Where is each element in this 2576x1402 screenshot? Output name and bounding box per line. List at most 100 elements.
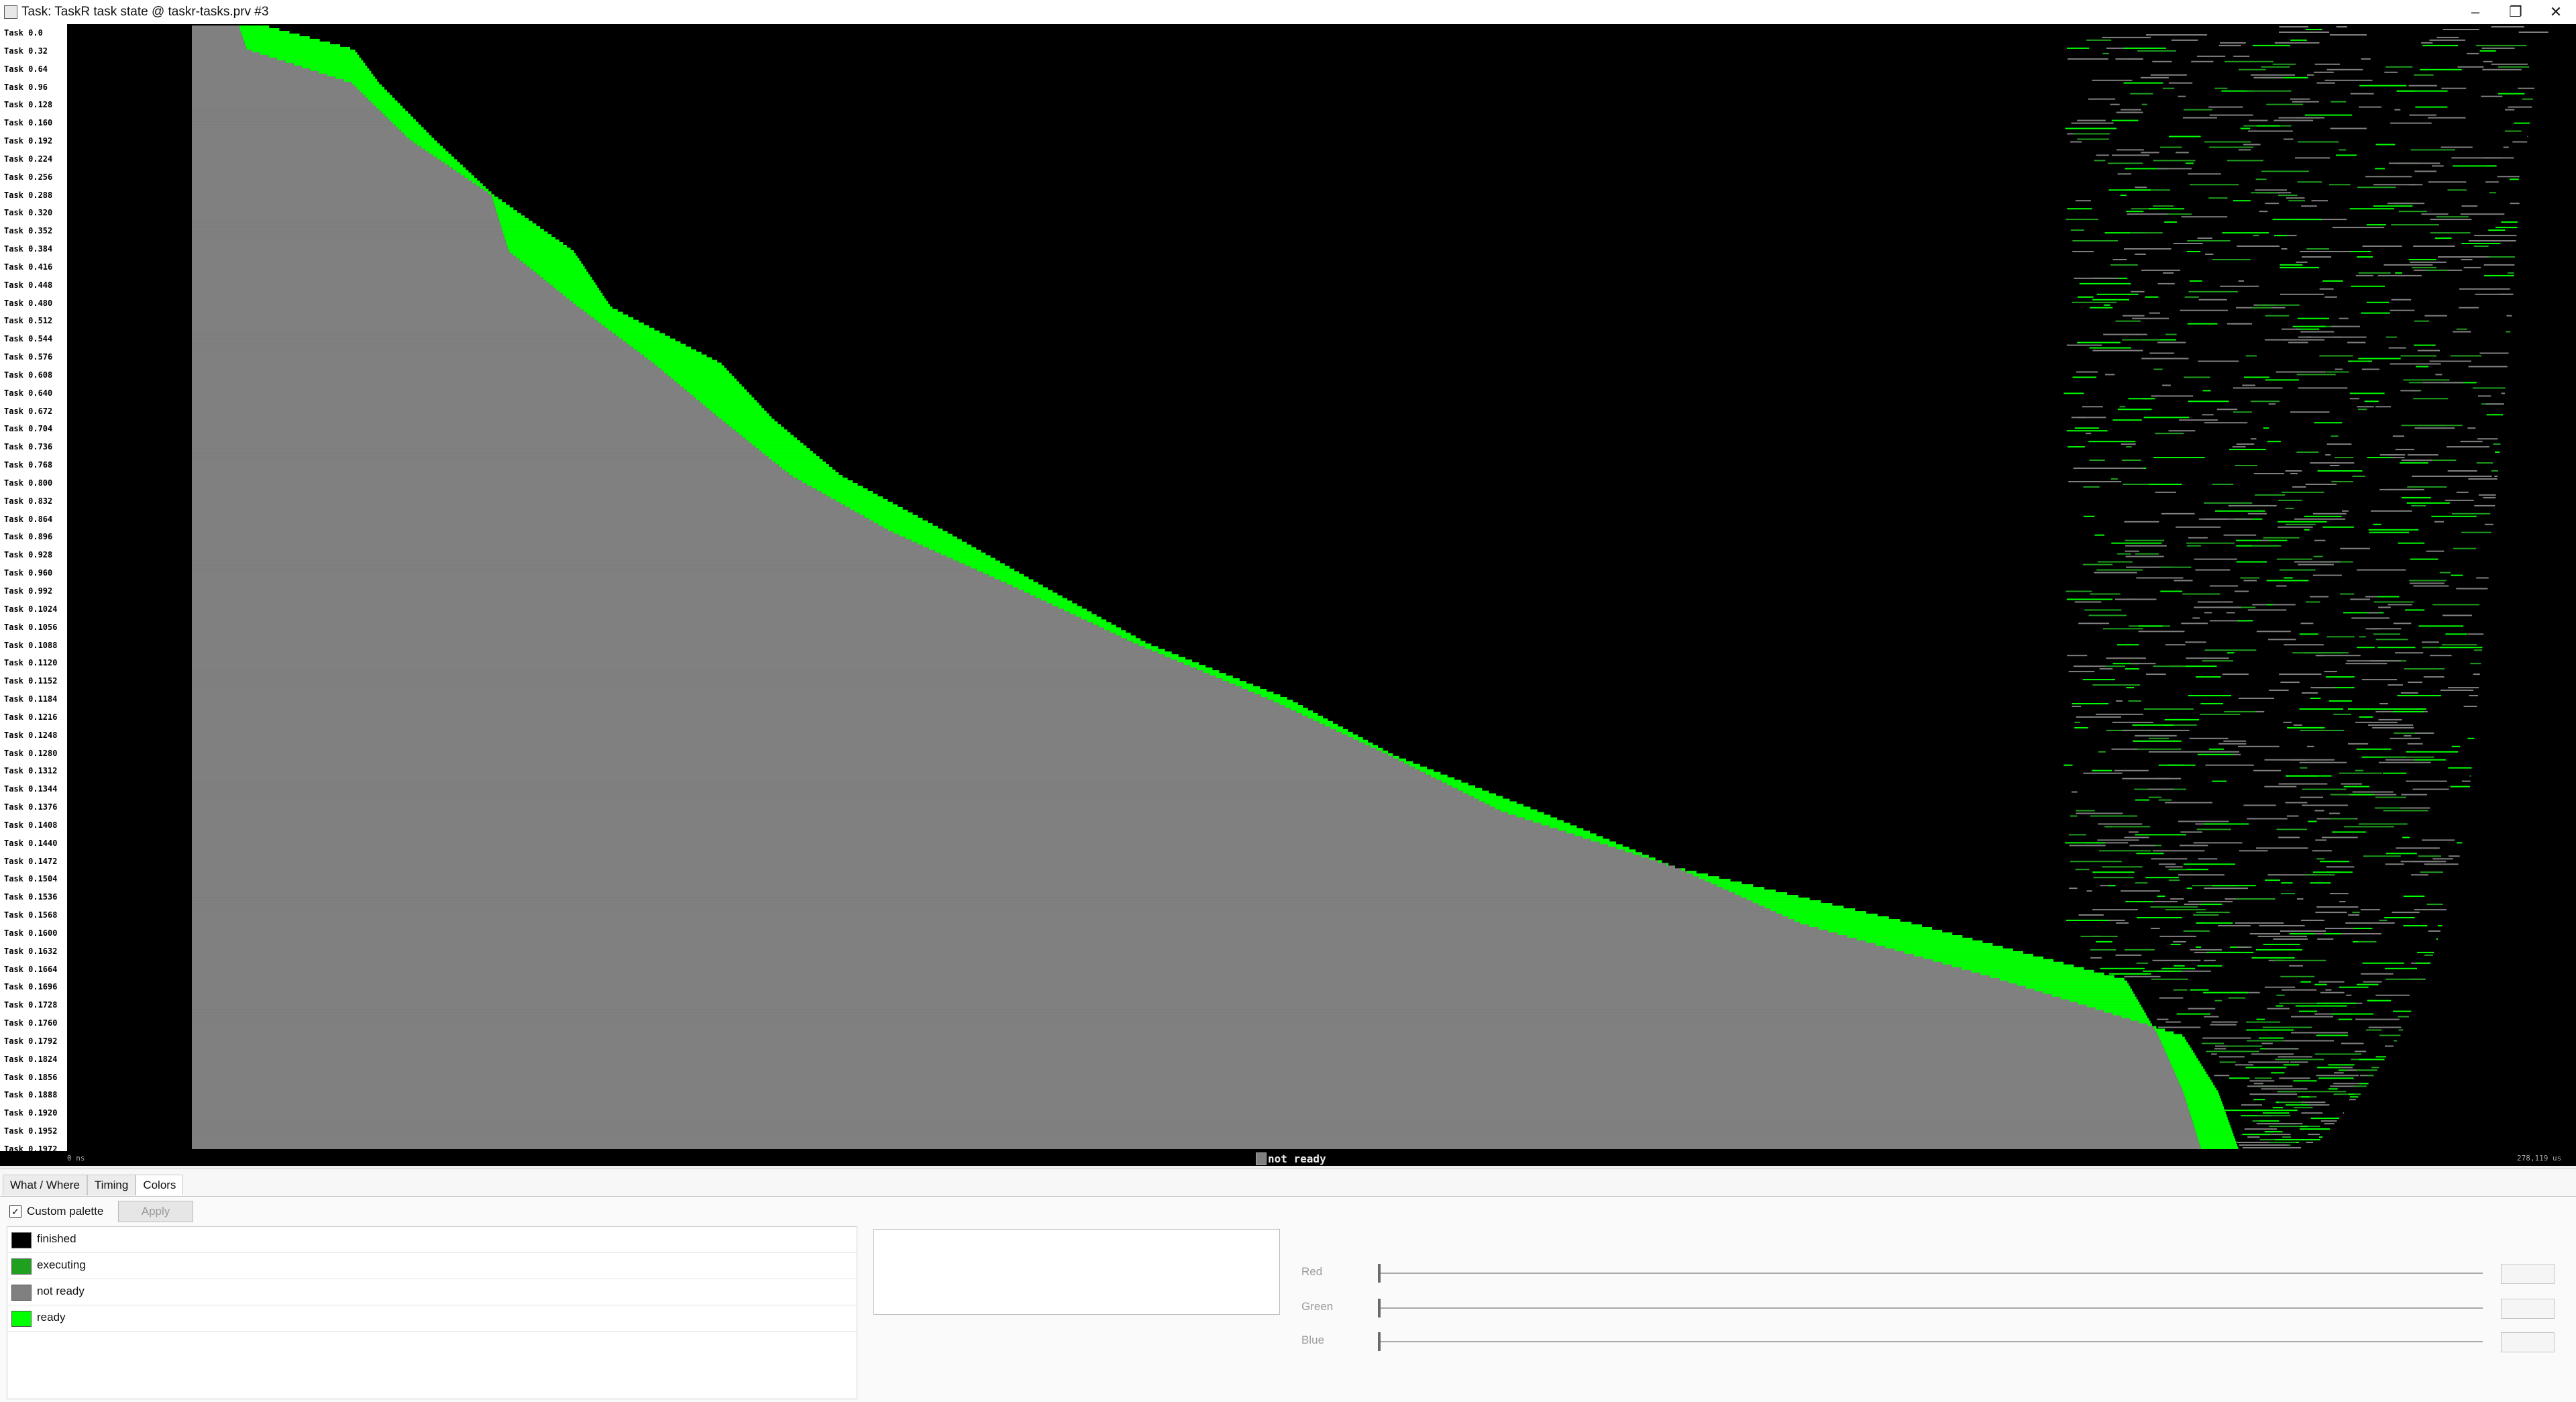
red-value-field[interactable] — [2501, 1264, 2555, 1284]
tail-segment — [2127, 213, 2168, 215]
palette-item-executing[interactable]: executing — [7, 1253, 857, 1279]
tail-segment — [2363, 855, 2401, 857]
not-ready-segment — [192, 515, 864, 518]
tail-segment — [2280, 682, 2300, 683]
palette-item-ready[interactable]: ready — [7, 1305, 857, 1332]
tail-segment — [2176, 34, 2207, 36]
close-button[interactable]: ✕ — [2536, 0, 2576, 24]
not-ready-segment — [192, 119, 390, 122]
tail-segment — [2094, 160, 2106, 161]
not-ready-segment — [192, 453, 765, 456]
tail-segment — [2442, 644, 2477, 645]
tail-segment — [2190, 738, 2229, 739]
red-slider-handle[interactable] — [1378, 1264, 1381, 1283]
tail-segment — [2383, 810, 2428, 812]
tail-segment — [2135, 735, 2177, 737]
tail-segment — [2188, 291, 2238, 292]
tail-segment — [2468, 478, 2488, 480]
green-slider-track[interactable] — [1379, 1307, 2483, 1309]
tail-segment — [2300, 1128, 2330, 1130]
tail-segment — [2306, 29, 2322, 30]
blue-slider-handle[interactable] — [1378, 1332, 1381, 1351]
tail-segment — [2482, 69, 2522, 70]
tail-segment — [2341, 1043, 2364, 1044]
tail-segment — [2304, 516, 2342, 517]
tail-segment — [2251, 192, 2278, 193]
custom-palette-toggle[interactable]: ✓ Custom palette — [9, 1205, 103, 1218]
tail-segment — [2293, 326, 2326, 327]
tab-timing[interactable]: Timing — [87, 1175, 136, 1195]
palette-list: finished executing not ready ready — [7, 1226, 857, 1399]
not-ready-segment — [192, 467, 782, 470]
custom-palette-checkbox[interactable]: ✓ — [9, 1205, 21, 1218]
ready-segment — [505, 237, 555, 239]
tail-segment — [2255, 494, 2285, 496]
tail-segment — [2142, 104, 2147, 105]
row-label: Task 0.128 — [4, 100, 52, 109]
ready-segment — [449, 164, 463, 167]
palette-item-finished[interactable]: finished — [7, 1227, 857, 1253]
tail-segment — [2204, 823, 2249, 824]
tail-segment — [2082, 406, 2103, 407]
tail-segment — [2482, 48, 2515, 49]
not-ready-segment — [192, 194, 492, 197]
tail-segment — [2319, 356, 2353, 357]
apply-button[interactable]: Apply — [118, 1201, 193, 1222]
not-ready-segment — [192, 991, 2133, 994]
timeline-plot[interactable] — [67, 25, 2563, 1149]
tail-segment — [2086, 40, 2111, 41]
not-ready-segment — [192, 879, 1731, 881]
ready-segment — [2096, 1008, 2143, 1010]
tail-segment — [2125, 540, 2165, 541]
green-value-field[interactable] — [2501, 1299, 2555, 1319]
ready-segment — [841, 502, 893, 504]
not-ready-segment — [192, 1095, 2185, 1098]
tail-segment — [2114, 770, 2149, 771]
ready-segment — [507, 245, 567, 248]
tail-segment — [2344, 826, 2394, 827]
ready-segment — [566, 296, 604, 299]
minimize-button[interactable]: – — [2455, 0, 2496, 24]
tail-segment — [2153, 960, 2201, 961]
tail-segment — [2194, 606, 2241, 608]
tail-segment — [2389, 162, 2440, 164]
red-slider-track[interactable] — [1379, 1273, 2483, 1274]
not-ready-segment — [192, 188, 484, 191]
not-ready-segment — [192, 304, 576, 307]
blue-slider-track[interactable] — [1379, 1341, 2483, 1342]
tail-segment — [2438, 925, 2443, 926]
tail-segment — [2202, 390, 2210, 391]
tail-segment — [2487, 414, 2504, 415]
not-ready-segment — [192, 1032, 2157, 1034]
not-ready-segment — [192, 1138, 2198, 1141]
tail-segment — [2430, 655, 2451, 656]
tail-segment — [2109, 189, 2151, 191]
ready-segment — [1273, 700, 1293, 702]
tail-segment — [2116, 149, 2144, 150]
not-ready-segment — [192, 643, 1138, 646]
tab-colors[interactable]: Colors — [136, 1175, 183, 1195]
not-ready-segment — [192, 898, 1810, 900]
not-ready-segment — [192, 440, 749, 443]
tail-segment — [2123, 48, 2166, 49]
timeline-view[interactable]: Task 0.0Task 0.32Task 0.64Task 0.96Task … — [0, 24, 2576, 1166]
tail-segment — [2196, 676, 2221, 678]
not-ready-segment — [192, 684, 1235, 686]
not-ready-segment — [192, 117, 387, 119]
tail-segment — [2265, 203, 2279, 204]
tail-segment — [2129, 831, 2139, 832]
tail-segment — [2067, 345, 2102, 346]
green-slider-handle[interactable] — [1378, 1299, 1381, 1317]
ready-segment — [445, 162, 460, 164]
ready-segment — [971, 566, 1010, 569]
tail-segment — [2239, 698, 2274, 699]
not-ready-segment — [192, 646, 1145, 649]
restore-button[interactable]: ❐ — [2496, 0, 2536, 24]
blue-value-field[interactable] — [2501, 1332, 2555, 1352]
palette-item-not-ready[interactable]: not ready — [7, 1279, 857, 1305]
tail-segment — [2178, 821, 2229, 822]
tail-segment — [2246, 1030, 2294, 1031]
tab-what-where[interactable]: What / Where — [3, 1175, 87, 1195]
tail-segment — [2293, 1080, 2316, 1081]
tail-segment — [2121, 109, 2141, 111]
